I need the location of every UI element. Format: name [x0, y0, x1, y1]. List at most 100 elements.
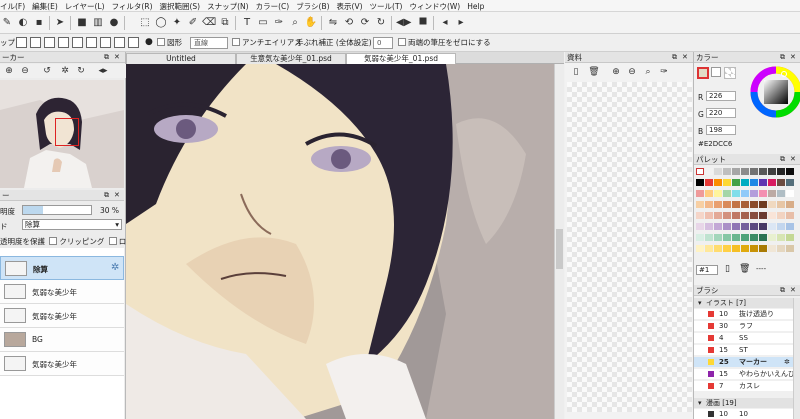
new-palette-icon[interactable]: ▯	[725, 264, 730, 274]
palette-swatch[interactable]	[759, 223, 767, 230]
pressure-checkbox[interactable]	[398, 38, 406, 46]
brush-item[interactable]: 25 マーカー ✲	[694, 357, 800, 367]
next-canvas-icon[interactable]: ▸	[454, 16, 468, 30]
palette-swatch[interactable]	[741, 245, 749, 252]
shape-checkbox[interactable]	[157, 38, 165, 46]
palette-swatch[interactable]	[750, 212, 758, 219]
brush-group-header[interactable]: ▾ 漫画 [19]	[694, 398, 800, 408]
line-type-select[interactable]: 直線	[190, 37, 228, 49]
flip-h-icon[interactable]: ◂▸	[96, 64, 110, 78]
reset-rotate-icon[interactable]: ↻	[374, 16, 388, 30]
frame-icon[interactable]: ▭	[256, 16, 270, 30]
trash-icon[interactable]: 🗑	[739, 264, 750, 274]
palette-swatch[interactable]	[759, 245, 767, 252]
palette-swatch[interactable]	[777, 234, 785, 241]
palette-swatch[interactable]	[750, 179, 758, 186]
palette-swatch[interactable]	[714, 190, 722, 197]
palette-swatch[interactable]	[696, 179, 704, 186]
palette-swatch[interactable]	[723, 179, 731, 186]
palette-swatch[interactable]	[696, 201, 704, 208]
menu-brush[interactable]: ブラシ(B)	[296, 0, 336, 12]
palette-swatch[interactable]	[750, 201, 758, 208]
palette-swatch[interactable]	[741, 190, 749, 197]
scroll-thumb[interactable]	[556, 229, 563, 269]
menu-filter[interactable]: フィルタ(R)	[112, 0, 160, 12]
g-input[interactable]: 220	[706, 108, 736, 118]
palette-swatch[interactable]	[696, 190, 704, 197]
menu-file[interactable]: イル(F)	[0, 0, 32, 12]
palette-swatch[interactable]	[786, 168, 794, 175]
palette-swatch[interactable]	[786, 245, 794, 252]
palette-swatch[interactable]	[768, 223, 776, 230]
palette-swatch[interactable]	[768, 168, 776, 175]
brush-item[interactable]: 10 10	[694, 409, 800, 419]
palette-swatch[interactable]	[750, 245, 758, 252]
palette-swatch[interactable]	[723, 223, 731, 230]
palette-swatch[interactable]	[768, 201, 776, 208]
lock-checkbox[interactable]	[108, 237, 117, 245]
palette-swatch[interactable]	[786, 190, 794, 197]
brush-item[interactable]: 15やわらかいえんぴつ	[694, 369, 800, 388]
eyedropper-icon[interactable]: ✑	[272, 16, 286, 30]
palette-swatch[interactable]	[777, 190, 785, 197]
zoom-in-icon[interactable]: ⊕	[2, 64, 16, 78]
layer-row[interactable]: 気弱な美少年	[0, 304, 124, 328]
rotate-reset-icon[interactable]: ✲	[58, 64, 72, 78]
float-icon[interactable]: ⧉	[780, 155, 785, 164]
close-icon[interactable]: ✕	[682, 53, 688, 62]
hand-icon[interactable]: ✋	[304, 16, 318, 30]
brush-item[interactable]: 4 SS	[694, 333, 800, 343]
menu-select[interactable]: 選択範囲(S)	[160, 0, 208, 12]
material-canvas[interactable]	[567, 82, 692, 412]
new-doc-icon[interactable]: ▯	[569, 65, 583, 79]
transparent-color-swatch[interactable]	[724, 67, 736, 79]
tab-document-3[interactable]: 気弱な美少年_01.psd	[346, 53, 456, 64]
palette-swatch[interactable]	[768, 190, 776, 197]
snap-off-icon[interactable]	[16, 37, 27, 48]
palette-swatch[interactable]	[777, 168, 785, 175]
palette-swatch[interactable]	[696, 168, 704, 175]
palette-swatch[interactable]	[714, 223, 722, 230]
close-icon[interactable]: ✕	[790, 155, 796, 164]
snap-curve-icon[interactable]	[100, 37, 111, 48]
palette-swatch[interactable]	[705, 201, 713, 208]
gear-icon[interactable]: ✲	[784, 357, 790, 367]
stabilizer-select[interactable]: 0	[373, 37, 393, 49]
palette-swatch[interactable]	[705, 234, 713, 241]
palette-swatch[interactable]	[741, 234, 749, 241]
palette-swatch[interactable]	[723, 234, 731, 241]
palette-swatch[interactable]	[759, 201, 767, 208]
select-pen-icon[interactable]: ✐	[186, 16, 200, 30]
tab-untitled[interactable]: Untitled	[126, 53, 236, 64]
brush-item[interactable]: 10 抜け透過り	[694, 309, 800, 319]
lasso-icon[interactable]: ◯	[154, 16, 168, 30]
palette-swatch[interactable]	[705, 245, 713, 252]
palette-swatch[interactable]	[759, 212, 767, 219]
palette-swatch[interactable]	[741, 179, 749, 186]
rotate-icon[interactable]: ⟲	[342, 16, 356, 30]
palette-swatch[interactable]	[723, 245, 731, 252]
palette-swatch[interactable]	[768, 179, 776, 186]
palette-swatch[interactable]	[750, 168, 758, 175]
gear-icon[interactable]: ✲	[111, 262, 119, 273]
palette-swatch[interactable]	[741, 168, 749, 175]
palette-swatch[interactable]	[750, 234, 758, 241]
vertical-scrollbar[interactable]	[554, 64, 564, 419]
circle-fill-icon[interactable]: ●	[107, 16, 121, 30]
magic-wand-icon[interactable]: ✦	[170, 16, 184, 30]
palette-swatch[interactable]	[732, 212, 740, 219]
zoom-fit-icon[interactable]: ⌕	[641, 65, 655, 79]
palette-swatch[interactable]	[723, 212, 731, 219]
snap-circle-icon[interactable]	[86, 37, 97, 48]
brush-scrollbar[interactable]	[793, 298, 800, 419]
palette-swatch[interactable]	[705, 212, 713, 219]
palette-swatch[interactable]	[750, 223, 758, 230]
pressure-toggle[interactable]: 両端の筆圧をゼロにする	[398, 37, 491, 49]
dot-tool-icon[interactable]: ▪	[32, 16, 46, 30]
palette-swatch[interactable]	[696, 223, 704, 230]
palette-swatch[interactable]	[714, 168, 722, 175]
palette-swatch[interactable]	[741, 223, 749, 230]
brush-item[interactable]: 7 カスレ	[694, 381, 800, 391]
palette-swatch[interactable]	[723, 190, 731, 197]
brush-group-header[interactable]: ▾ イラスト [7]	[694, 298, 800, 308]
